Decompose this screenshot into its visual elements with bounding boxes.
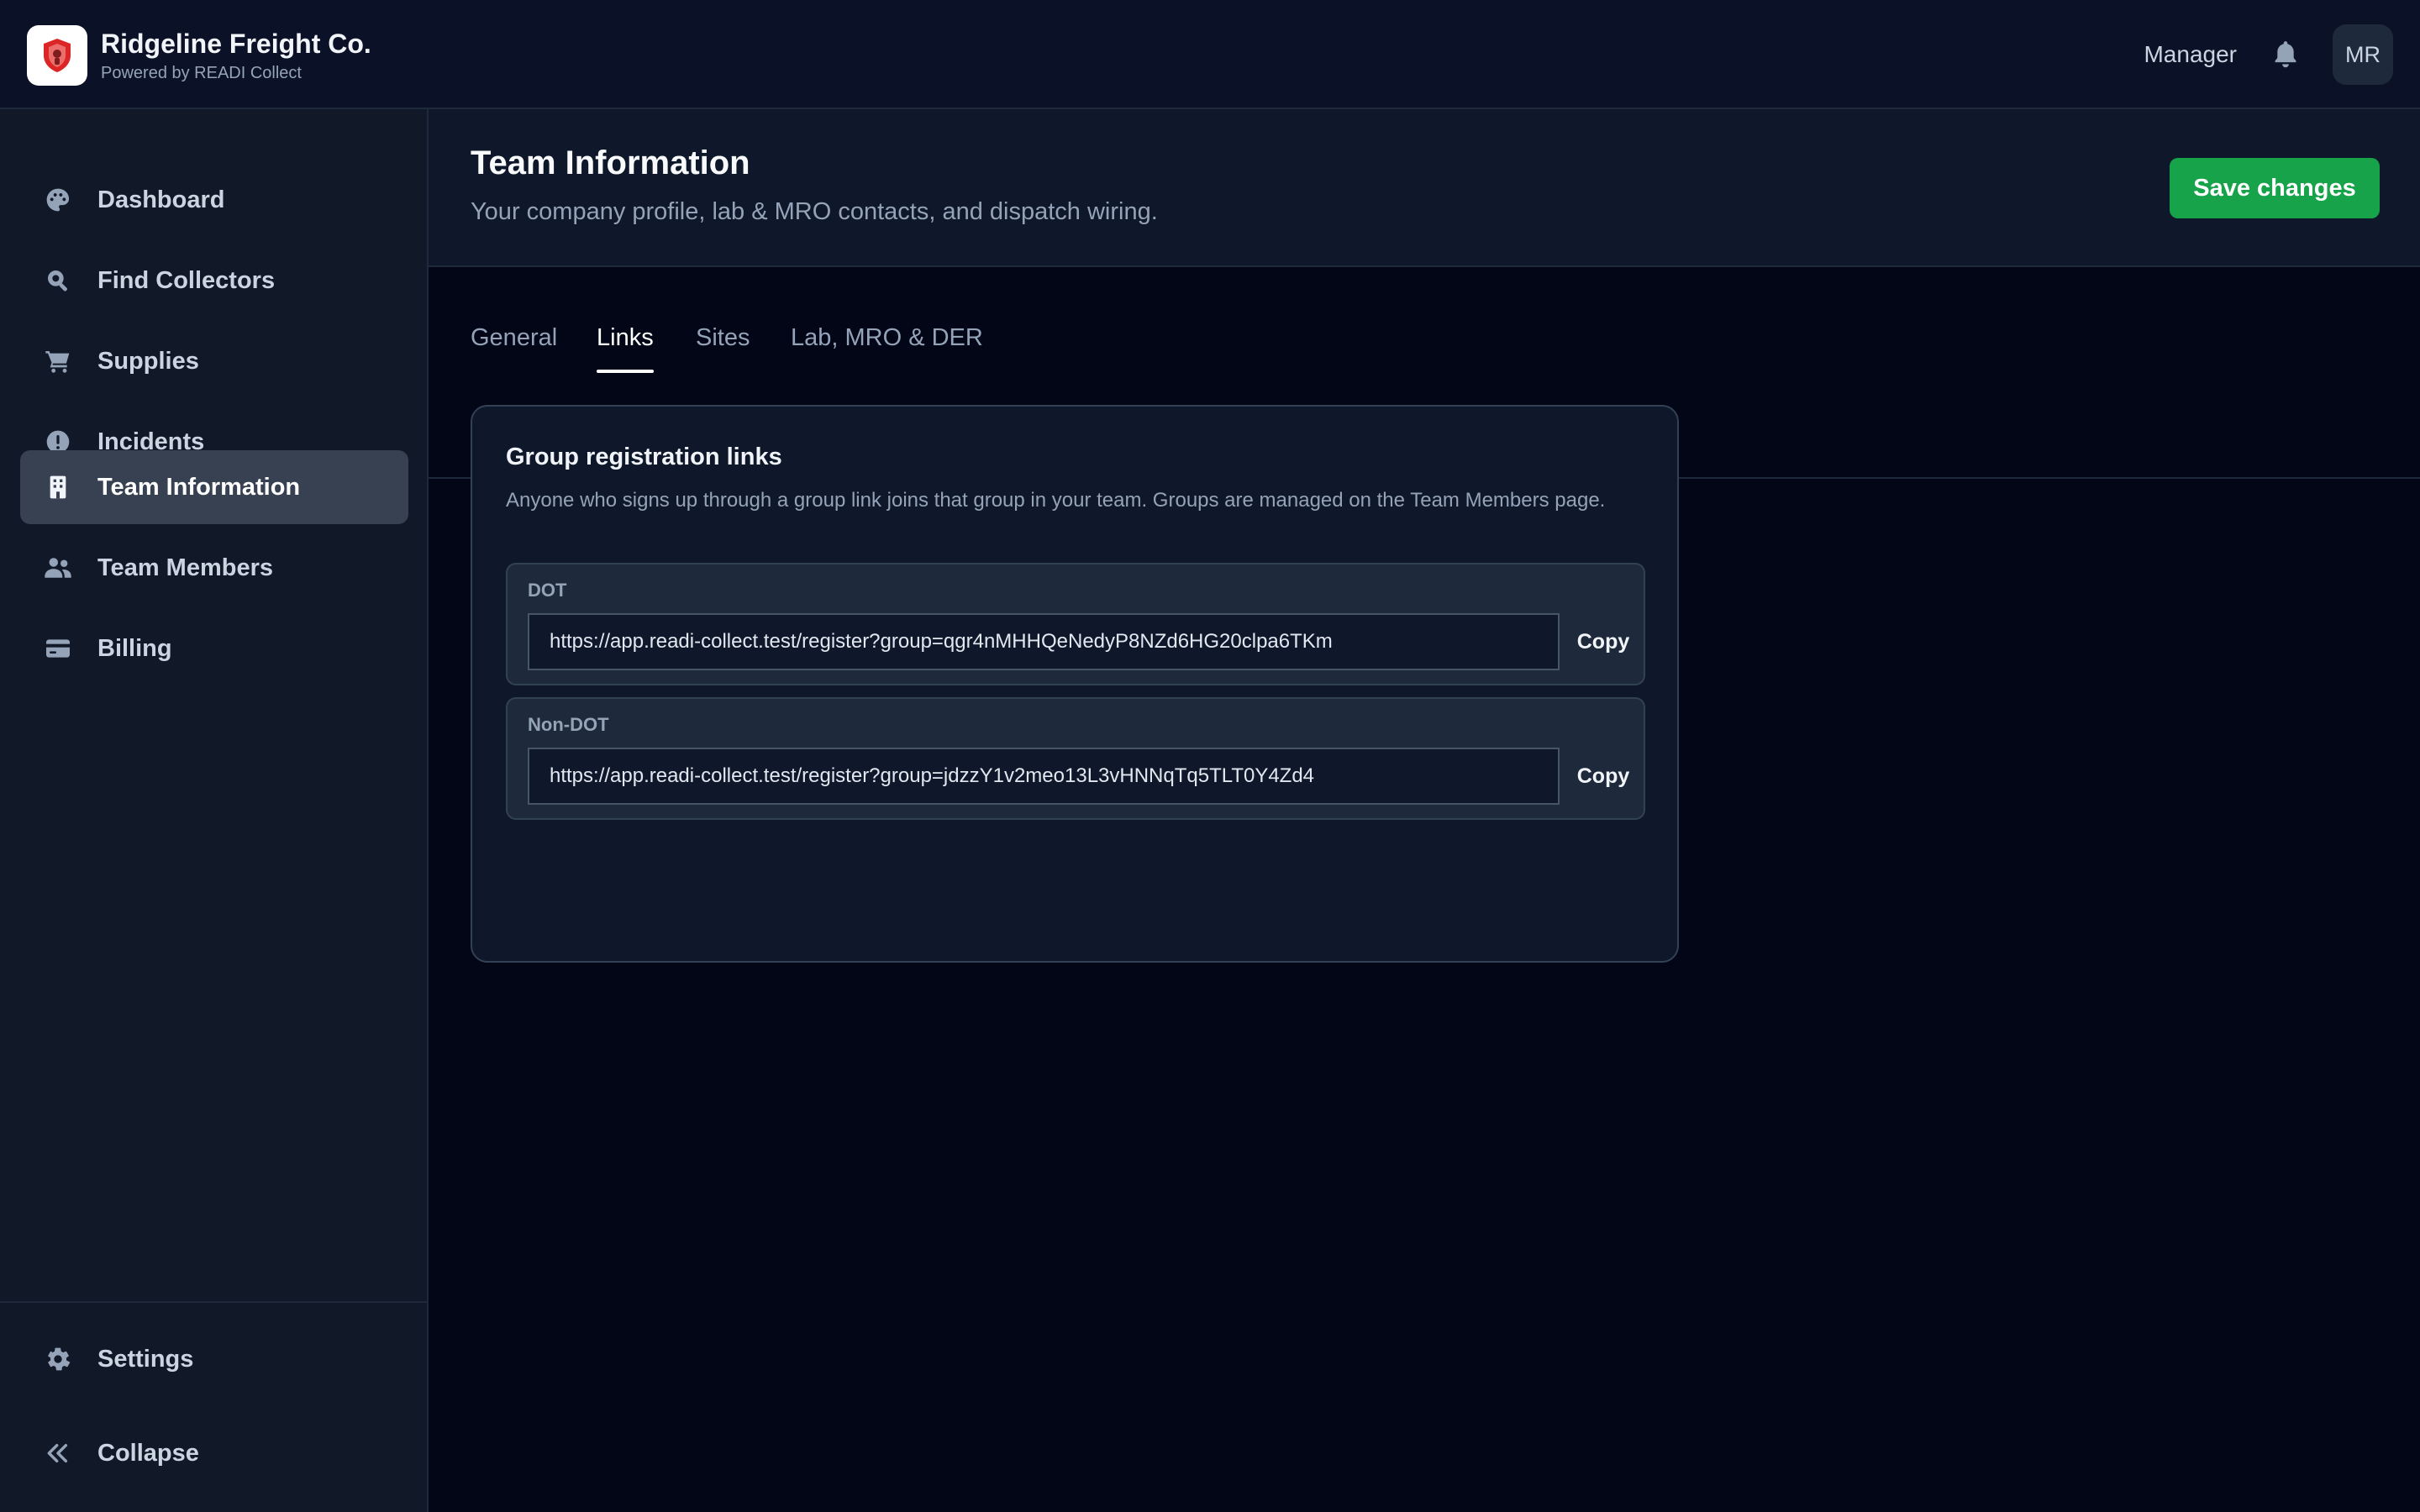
sidebar-item-find-collectors[interactable]: Find Collectors xyxy=(20,244,408,318)
group-links-card: Group registration links Anyone who sign… xyxy=(471,405,1679,963)
sidebar-item-label: Settings xyxy=(97,1345,194,1373)
page-title: Team Information xyxy=(471,144,750,181)
sidebar-item-label: Dashboard xyxy=(97,186,225,213)
page-header: Team Information Your company profile, l… xyxy=(429,109,2420,267)
sidebar: Dashboard Find Collectors Supplies Incid… xyxy=(0,109,429,1512)
header-actions: Manager MR xyxy=(2144,24,2393,86)
sidebar-item-label: Collapse xyxy=(97,1439,199,1467)
app-root: Ridgeline Freight Co. Powered by READI C… xyxy=(0,0,2420,1512)
sidebar-item-billing[interactable]: Billing xyxy=(20,612,408,685)
brand-text: Ridgeline Freight Co. Powered by READI C… xyxy=(101,27,371,84)
tab-label: Lab, MRO & DER xyxy=(791,324,983,351)
sidebar-item-dashboard[interactable]: Dashboard xyxy=(20,163,408,237)
tab-lab-mro-der[interactable]: Lab, MRO & DER xyxy=(791,321,983,373)
card-title: Group registration links xyxy=(506,444,782,470)
non-dot-link-input[interactable] xyxy=(528,748,1560,805)
gear-icon xyxy=(44,1345,72,1373)
cart-icon xyxy=(44,347,72,375)
brand[interactable]: Ridgeline Freight Co. Powered by READI C… xyxy=(27,25,371,86)
sidebar-item-label: Supplies xyxy=(97,347,199,375)
copy-non-dot-link-button[interactable]: Copy xyxy=(1571,754,1635,798)
save-changes-button[interactable]: Save changes xyxy=(2170,158,2380,218)
search-icon xyxy=(44,266,72,295)
tab-label: Sites xyxy=(696,324,750,351)
sidebar-item-label: Team Information xyxy=(97,473,301,501)
shield-badge-icon xyxy=(27,25,87,86)
active-tab-indicator xyxy=(597,370,654,373)
sidebar-item-team-information[interactable]: Team Information xyxy=(20,450,408,524)
tab-label: General xyxy=(471,324,558,351)
tab-links[interactable]: Links xyxy=(597,321,654,373)
brand-tagline: Powered by READI Collect xyxy=(101,64,302,82)
card-description: Anyone who signs up through a group link… xyxy=(506,489,1606,512)
building-icon xyxy=(44,473,72,501)
sidebar-item-label: Find Collectors xyxy=(97,266,276,294)
sidebar-item-supplies[interactable]: Supplies xyxy=(20,324,408,398)
users-icon xyxy=(44,554,72,582)
link-label: Non-DOT xyxy=(528,714,609,735)
sidebar-divider xyxy=(0,1301,427,1303)
main-content: Team Information Your company profile, l… xyxy=(429,109,2420,1512)
link-row-non-dot: Non-DOT Copy xyxy=(506,697,1645,820)
page-subtitle: Your company profile, lab & MRO contacts… xyxy=(471,198,1158,225)
sidebar-collapse-button[interactable]: Collapse xyxy=(20,1416,408,1490)
copy-dot-link-button[interactable]: Copy xyxy=(1571,620,1635,664)
credit-card-icon xyxy=(44,634,72,663)
sidebar-item-team-members[interactable]: Team Members xyxy=(20,531,408,605)
tab-sites[interactable]: Sites xyxy=(696,321,750,373)
link-row-dot: DOT Copy xyxy=(506,563,1645,685)
top-bar: Ridgeline Freight Co. Powered by READI C… xyxy=(0,0,2420,109)
brand-name: Ridgeline Freight Co. xyxy=(101,29,371,59)
sidebar-item-settings[interactable]: Settings xyxy=(20,1322,408,1396)
tab-general[interactable]: General xyxy=(471,321,557,373)
avatar[interactable]: MR xyxy=(2333,24,2393,85)
tab-label: Links xyxy=(597,324,654,351)
palette-icon xyxy=(44,186,72,214)
double-chevron-left-icon xyxy=(44,1439,72,1467)
link-label: DOT xyxy=(528,580,567,601)
sidebar-item-label: Team Members xyxy=(97,554,273,581)
role-switcher[interactable]: Manager xyxy=(2144,41,2237,68)
sidebar-item-label: Billing xyxy=(97,634,172,662)
bell-icon[interactable] xyxy=(2269,38,2302,71)
dot-link-input[interactable] xyxy=(528,613,1560,670)
